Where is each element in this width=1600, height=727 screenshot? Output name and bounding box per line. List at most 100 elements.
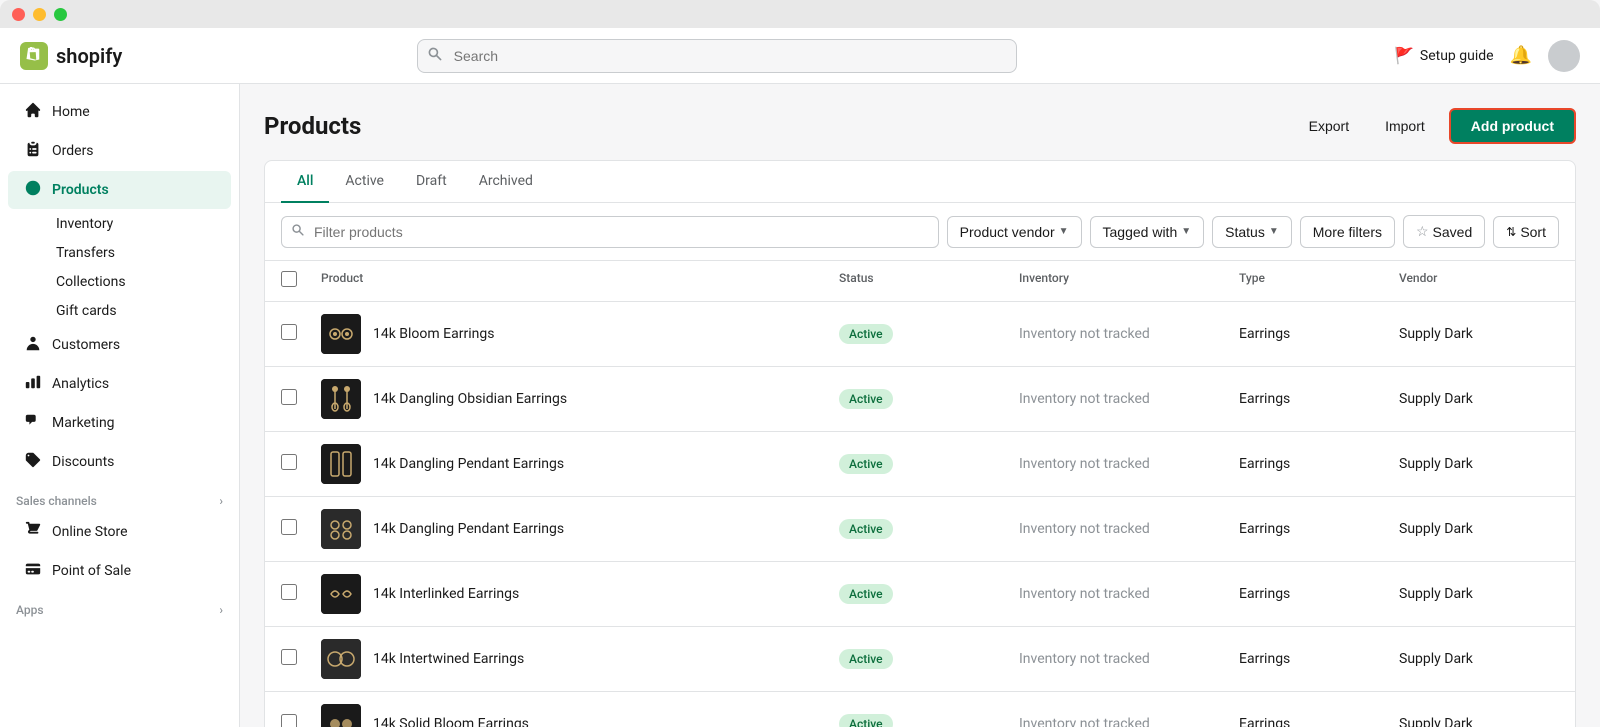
tab-archived[interactable]: Archived: [463, 161, 549, 203]
table-row: 14k Intertwined Earrings Active Inventor…: [265, 627, 1575, 692]
type-cell: Earrings: [1239, 521, 1399, 537]
vendor-cell: Supply Dark: [1399, 586, 1559, 602]
home-icon: [24, 101, 42, 123]
product-name[interactable]: 14k Solid Bloom Earrings: [373, 716, 529, 727]
apps-section: Apps ›: [0, 591, 239, 621]
product-name[interactable]: 14k Intertwined Earrings: [373, 651, 524, 667]
export-button[interactable]: Export: [1297, 110, 1361, 142]
import-button[interactable]: Import: [1373, 110, 1437, 142]
sidebar-item-orders[interactable]: Orders: [8, 132, 231, 170]
type-cell: Earrings: [1239, 716, 1399, 727]
row-checkbox[interactable]: [281, 584, 297, 600]
status-col-header: Status: [839, 271, 1019, 291]
row-checkbox[interactable]: [281, 519, 297, 535]
table-body: 14k Bloom Earrings Active Inventory not …: [265, 302, 1575, 727]
product-thumbnail: [321, 509, 361, 549]
product-vendor-filter[interactable]: Product vendor ▼: [947, 216, 1082, 248]
product-thumbnail: [321, 704, 361, 727]
vendor-filter-label: Product vendor: [960, 224, 1055, 240]
notification-bell-icon[interactable]: 🔔: [1510, 45, 1532, 66]
setup-guide-button[interactable]: 🚩 Setup guide: [1394, 46, 1494, 65]
row-checkbox[interactable]: [281, 714, 297, 727]
table-row: 14k Solid Bloom Earrings Active Inventor…: [265, 692, 1575, 727]
status-badge: Active: [839, 519, 893, 539]
sales-channels-chevron: ›: [219, 494, 223, 508]
status-cell: Active: [839, 584, 1019, 604]
maximize-button[interactable]: [54, 8, 67, 21]
more-filters-button[interactable]: More filters: [1300, 216, 1395, 248]
row-checkbox-cell: [281, 454, 321, 474]
row-checkbox[interactable]: [281, 389, 297, 405]
inventory-cell: Inventory not tracked: [1019, 586, 1239, 602]
tagged-with-filter[interactable]: Tagged with ▼: [1090, 216, 1205, 248]
sidebar-item-marketing[interactable]: Marketing: [8, 404, 231, 442]
product-thumbnail: [321, 444, 361, 484]
filter-products-input[interactable]: [281, 216, 939, 248]
sidebar-item-point-of-sale[interactable]: Point of Sale: [8, 552, 231, 590]
sidebar-item-discounts[interactable]: Discounts: [8, 443, 231, 481]
status-cell: Active: [839, 454, 1019, 474]
type-col-header: Type: [1239, 271, 1399, 291]
sidebar-item-customers[interactable]: Customers: [8, 326, 231, 364]
row-checkbox-cell: [281, 714, 321, 727]
product-col-header: Product: [321, 271, 839, 291]
product-name[interactable]: 14k Dangling Obsidian Earrings: [373, 391, 567, 407]
table-row: 14k Dangling Pendant Earrings Active Inv…: [265, 497, 1575, 562]
logo-area: shopify: [20, 42, 220, 70]
status-filter-chevron-icon: ▼: [1269, 226, 1279, 237]
select-all-checkbox[interactable]: [281, 271, 297, 287]
product-thumbnail: [321, 314, 361, 354]
sort-arrows-icon: ⇅: [1506, 225, 1516, 239]
sidebar-item-analytics[interactable]: Analytics: [8, 365, 231, 403]
product-name[interactable]: 14k Bloom Earrings: [373, 326, 494, 342]
row-checkbox[interactable]: [281, 649, 297, 665]
sidebar-item-home[interactable]: Home: [8, 93, 231, 131]
product-name[interactable]: 14k Dangling Pendant Earrings: [373, 456, 564, 472]
user-avatar[interactable]: [1548, 40, 1580, 72]
setup-guide-label: Setup guide: [1420, 48, 1494, 64]
shopify-wordmark: shopify: [56, 44, 122, 68]
close-button[interactable]: [12, 8, 25, 21]
sidebar-item-collections[interactable]: Collections: [48, 268, 231, 296]
product-name[interactable]: 14k Interlinked Earrings: [373, 586, 519, 602]
products-submenu: Inventory Transfers Collections Gift car…: [0, 210, 239, 325]
window-chrome: [0, 0, 1600, 28]
status-filter-label: Status: [1225, 224, 1265, 240]
row-checkbox[interactable]: [281, 324, 297, 340]
sidebar-item-products[interactable]: Products: [8, 171, 231, 209]
tab-draft[interactable]: Draft: [400, 161, 463, 203]
vendor-cell: Supply Dark: [1399, 521, 1559, 537]
type-cell: Earrings: [1239, 651, 1399, 667]
product-name[interactable]: 14k Dangling Pendant Earrings: [373, 521, 564, 537]
orders-icon: [24, 140, 42, 162]
row-checkbox[interactable]: [281, 454, 297, 470]
inventory-cell: Inventory not tracked: [1019, 456, 1239, 472]
table-row: 14k Dangling Obsidian Earrings Active In…: [265, 367, 1575, 432]
type-cell: Earrings: [1239, 586, 1399, 602]
sidebar-item-gift-cards[interactable]: Gift cards: [48, 297, 231, 325]
saved-filters-button[interactable]: ☆ Saved: [1403, 215, 1485, 248]
sidebar-item-online-store[interactable]: Online Store: [8, 513, 231, 551]
vendor-col-header: Vendor: [1399, 271, 1559, 291]
sidebar-item-transfers[interactable]: Transfers: [48, 239, 231, 267]
status-filter[interactable]: Status ▼: [1212, 216, 1292, 248]
minimize-button[interactable]: [33, 8, 46, 21]
status-cell: Active: [839, 714, 1019, 727]
products-card: All Active Draft Archived Product vendor…: [264, 160, 1576, 727]
table-header: Product Status Inventory Type Vendor: [265, 261, 1575, 302]
tab-active[interactable]: Active: [329, 161, 400, 203]
product-thumbnail: [321, 574, 361, 614]
sidebar-item-inventory[interactable]: Inventory: [48, 210, 231, 238]
apps-label: Apps: [16, 603, 44, 617]
add-product-button[interactable]: Add product: [1449, 108, 1576, 144]
saved-label: Saved: [1433, 224, 1473, 240]
more-filters-label: More filters: [1313, 224, 1382, 240]
customers-icon: [24, 334, 42, 356]
sort-button[interactable]: ⇅ Sort: [1493, 216, 1559, 248]
sidebar-marketing-label: Marketing: [52, 415, 115, 431]
search-input[interactable]: [417, 39, 1017, 73]
inventory-cell: Inventory not tracked: [1019, 521, 1239, 537]
sidebar-pos-label: Point of Sale: [52, 563, 131, 579]
point-of-sale-icon: [24, 560, 42, 582]
tab-all[interactable]: All: [281, 161, 329, 203]
